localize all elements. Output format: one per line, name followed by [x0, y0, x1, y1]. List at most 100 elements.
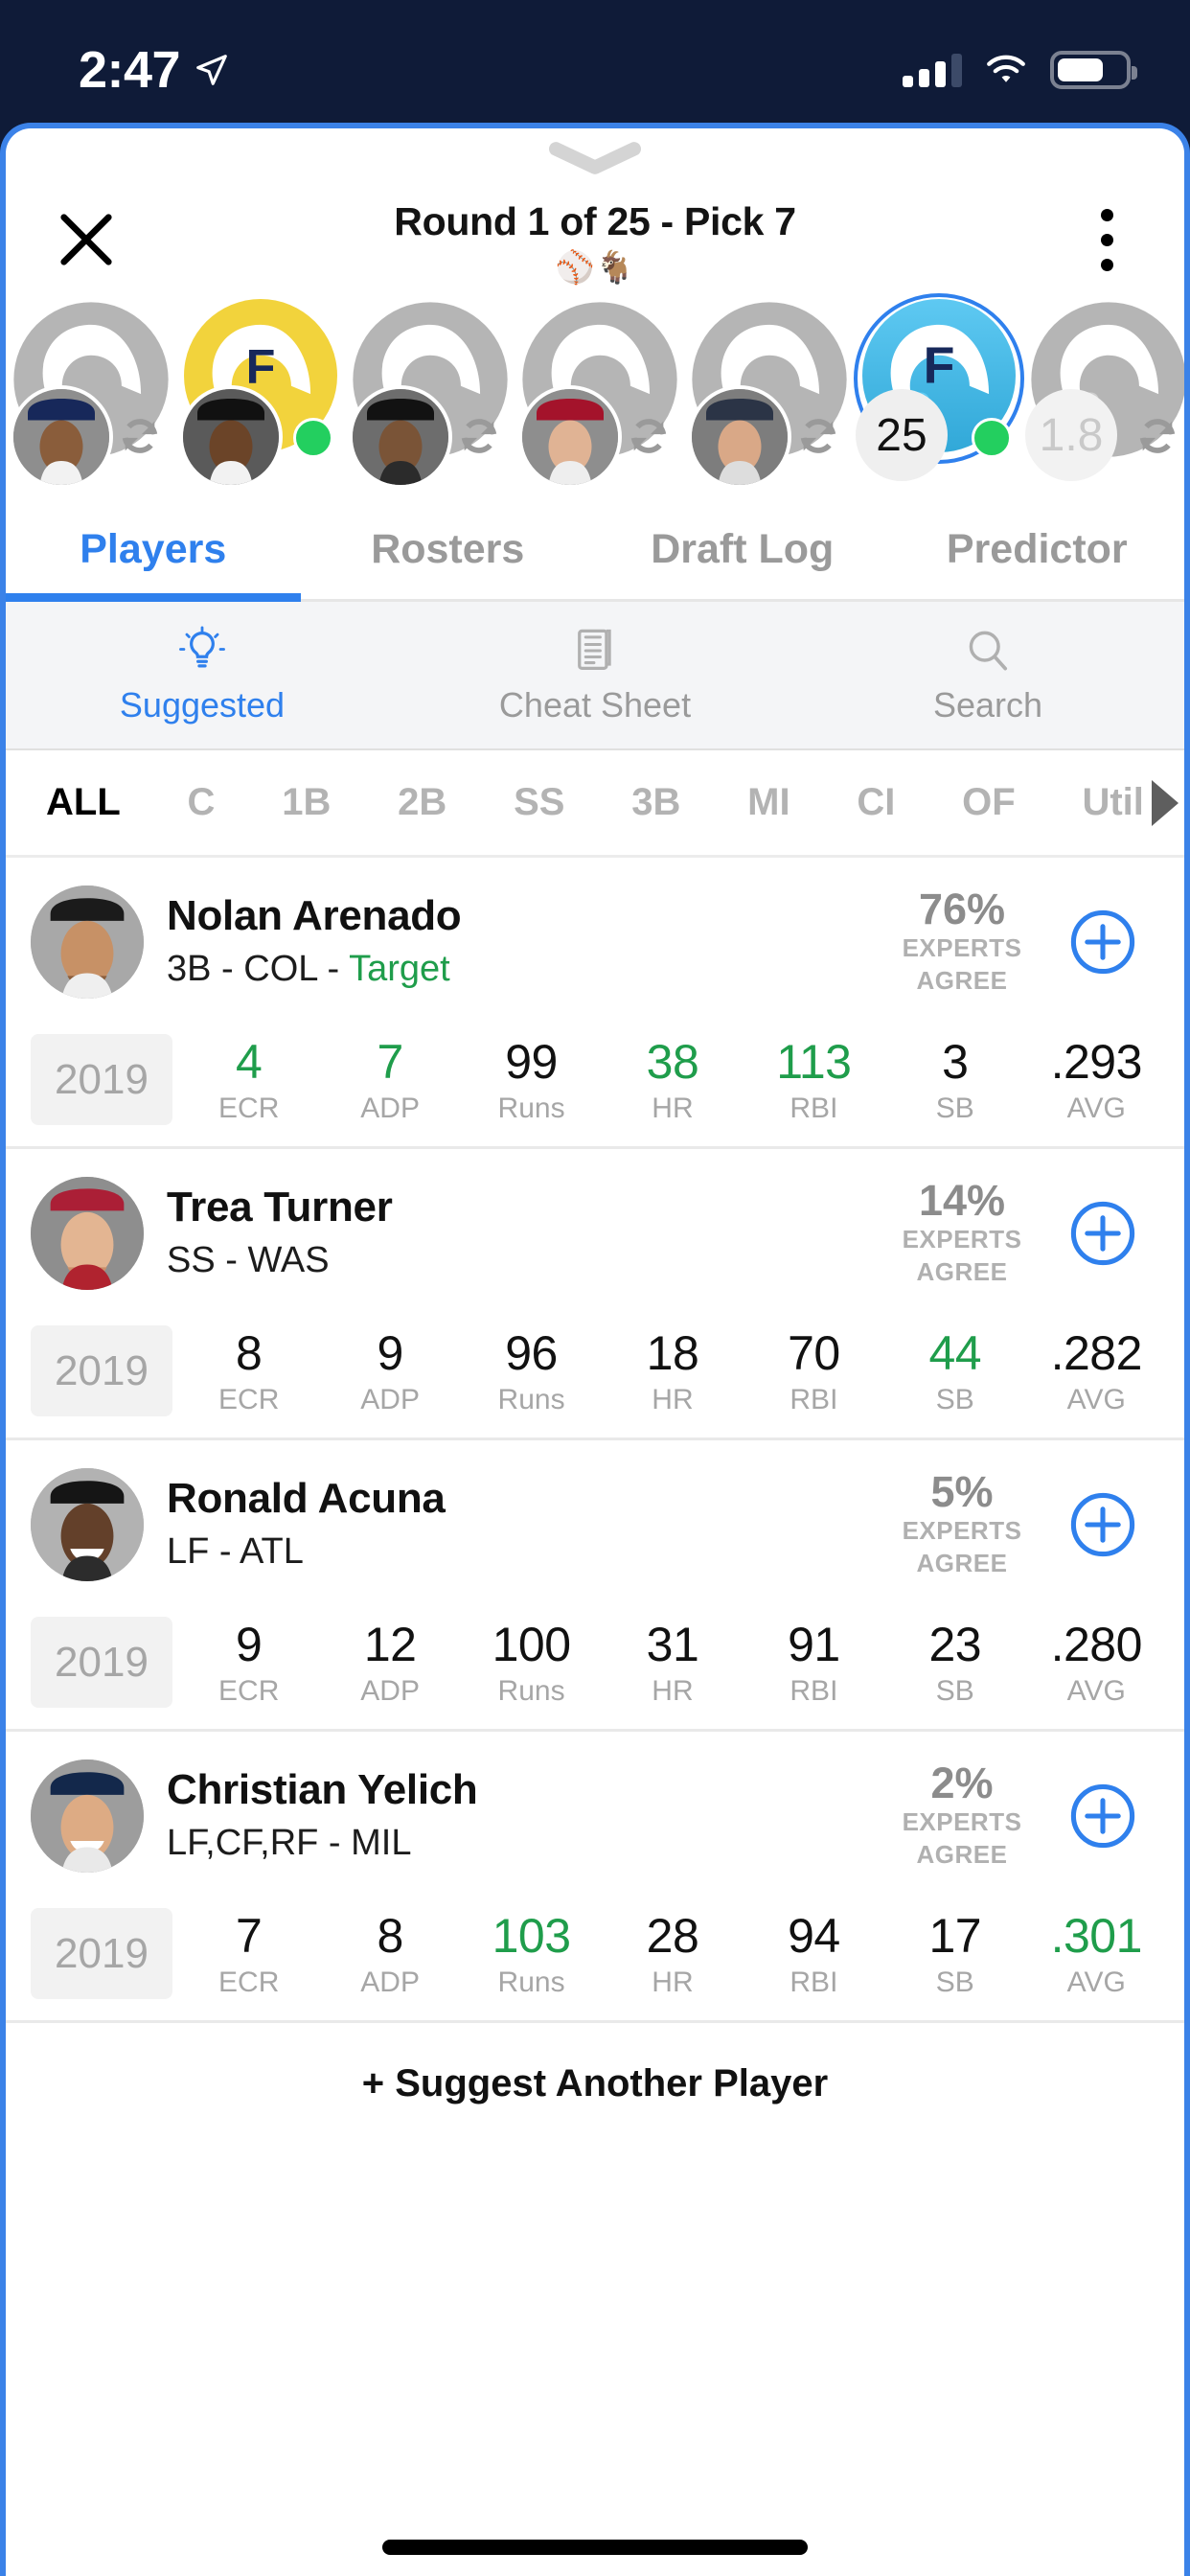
stat-hr: 38 HR — [602, 1034, 743, 1125]
stat-label: SB — [935, 1384, 974, 1415]
stat-label: RBI — [790, 1384, 838, 1415]
wifi-icon — [987, 55, 1025, 82]
position-filter-2b[interactable]: 2B — [398, 781, 446, 824]
refresh-icon[interactable] — [627, 414, 671, 458]
status-time: 2:47 — [79, 41, 181, 99]
stat-label: RBI — [790, 1675, 838, 1707]
stat-runs: 99 Runs — [461, 1034, 602, 1125]
stat-season: 2019 — [31, 1325, 172, 1416]
stat-label: AVG — [1066, 1675, 1126, 1707]
draft-pick-avatar[interactable] — [345, 299, 515, 491]
position-filter-mi[interactable]: MI — [747, 781, 790, 824]
stat-value: 9 — [236, 1618, 263, 1671]
draft-pick-avatar[interactable]: F — [175, 299, 345, 491]
avatar — [692, 389, 788, 485]
subtab-cheat-sheet[interactable]: Cheat Sheet — [399, 602, 791, 748]
stat-value: 7 — [377, 1035, 403, 1089]
position-filter-scroll[interactable]: ALL C 1B 2B SS 3B MI CI OF Util — [46, 781, 1144, 824]
draft-pick-on-the-clock[interactable]: F 25 — [853, 293, 1024, 491]
stat-label: Runs — [497, 1966, 565, 1998]
add-player-button[interactable] — [1060, 908, 1146, 977]
add-player-button[interactable] — [1060, 1782, 1146, 1851]
plus-circle-icon — [1070, 1492, 1135, 1557]
stat-label: SB — [935, 1092, 974, 1124]
position-filter-ss[interactable]: SS — [514, 781, 564, 824]
refresh-icon[interactable] — [457, 414, 501, 458]
header-emoji: ⚾🐐 — [555, 249, 635, 285]
stat-avg: .282 AVG — [1026, 1325, 1167, 1416]
stat-ecr: 8 ECR — [178, 1325, 319, 1416]
stat-label: AVG — [1066, 1092, 1126, 1124]
position-filter-c[interactable]: C — [188, 781, 216, 824]
subtab-suggested[interactable]: Suggested — [6, 602, 399, 748]
stat-ecr: 7 ECR — [178, 1908, 319, 1999]
draft-sheet: Round 1 of 25 - Pick 7 ⚾🐐 F F 25 1.8 Pla… — [0, 123, 1190, 2576]
stat-rbi: 91 RBI — [744, 1617, 884, 1708]
experts-percent: 14% — [918, 1176, 1006, 1226]
stat-season: 2019 — [31, 1908, 172, 1999]
player-position-team: SS - WAS — [167, 1240, 330, 1281]
stat-label: Runs — [497, 1092, 565, 1124]
close-button[interactable] — [42, 196, 130, 284]
tab-predictor[interactable]: Predictor — [890, 500, 1185, 599]
stat-label: ECR — [218, 1384, 280, 1415]
stat-avg: .301 AVG — [1026, 1908, 1167, 1999]
add-player-button[interactable] — [1060, 1199, 1146, 1268]
subtab-search[interactable]: Search — [791, 602, 1184, 748]
position-filter-3b[interactable]: 3B — [631, 781, 680, 824]
stat-sb: 23 SB — [884, 1617, 1025, 1708]
draft-pick-avatar[interactable] — [515, 299, 684, 491]
player-summary: Nolan Arenado 3B - COL - Target 76% EXPE… — [6, 858, 1184, 1026]
experts-percent: 5% — [930, 1467, 994, 1517]
suggest-another-player-button[interactable]: + Suggest Another Player — [6, 2023, 1184, 2144]
player-name: Trea Turner — [167, 1183, 393, 1230]
position-filter-all[interactable]: ALL — [46, 781, 121, 824]
draft-pick-avatar[interactable]: 1.8 — [1023, 299, 1184, 491]
refresh-icon[interactable] — [796, 414, 840, 458]
page-title: Round 1 of 25 - Pick 7 — [394, 199, 796, 243]
player-row[interactable]: Nolan Arenado 3B - COL - Target 76% EXPE… — [6, 858, 1184, 1149]
tab-draft-log[interactable]: Draft Log — [595, 500, 890, 599]
add-player-button[interactable] — [1060, 1490, 1146, 1559]
chevron-right-icon[interactable] — [1152, 779, 1179, 826]
draft-order-row[interactable]: F F 25 1.8 — [6, 293, 1184, 500]
stat-label: ADP — [360, 1384, 420, 1415]
position-filter-bar[interactable]: ALL C 1B 2B SS 3B MI CI OF Util — [6, 750, 1184, 858]
position-filter-util[interactable]: Util — [1082, 781, 1143, 824]
experts-agree: 2% EXPERTS AGREE — [881, 1760, 1042, 1871]
position-filter-of[interactable]: OF — [962, 781, 1016, 824]
experts-label-2: AGREE — [916, 965, 1008, 995]
stat-value: 94 — [788, 1909, 840, 1963]
tab-players[interactable]: Players — [6, 500, 301, 602]
refresh-icon[interactable] — [118, 414, 162, 458]
player-identity: Trea Turner SS - WAS — [167, 1182, 881, 1286]
overflow-menu-icon[interactable] — [1073, 196, 1140, 284]
stat-value: 91 — [788, 1618, 840, 1671]
tab-rosters[interactable]: Rosters — [301, 500, 596, 599]
search-icon — [969, 631, 1008, 670]
player-row[interactable]: Trea Turner SS - WAS 14% EXPERTS AGREE 2… — [6, 1149, 1184, 1440]
svg-text:F: F — [245, 338, 275, 393]
experts-percent: 2% — [930, 1759, 994, 1808]
location-arrow-icon — [196, 55, 227, 85]
stat-value: 18 — [646, 1326, 699, 1380]
player-headshot — [31, 1468, 144, 1581]
position-filter-1b[interactable]: 1B — [282, 781, 331, 824]
player-headshot — [688, 385, 791, 489]
experts-agree: 5% EXPERTS AGREE — [881, 1469, 1042, 1579]
player-headshot — [518, 385, 622, 489]
subtab-label: Suggested — [119, 684, 286, 724]
draft-pick-avatar[interactable] — [684, 299, 854, 491]
player-row[interactable]: Ronald Acuna LF - ATL 5% EXPERTS AGREE 2… — [6, 1440, 1184, 1732]
refresh-icon[interactable] — [1135, 414, 1179, 458]
draft-pick-avatar[interactable] — [6, 299, 175, 491]
chevron-down-grabber-icon[interactable] — [549, 142, 641, 174]
player-position-team: LF,CF,RF - MIL — [167, 1823, 412, 1864]
position-filter-ci[interactable]: CI — [857, 781, 895, 824]
player-headshot — [179, 385, 283, 489]
player-stats: 2019 7 ECR 8 ADP 103 Runs 28 HR 94 RBI 17 SB .… — [6, 1900, 1184, 2020]
plus-circle-icon — [1070, 1201, 1135, 1266]
player-stats: 2019 4 ECR 7 ADP 99 Runs 38 HR 113 RBI 3 SB .2… — [6, 1026, 1184, 1146]
player-row[interactable]: Christian Yelich LF,CF,RF - MIL 2% EXPER… — [6, 1732, 1184, 2023]
cellular-signal-icon — [903, 53, 962, 87]
